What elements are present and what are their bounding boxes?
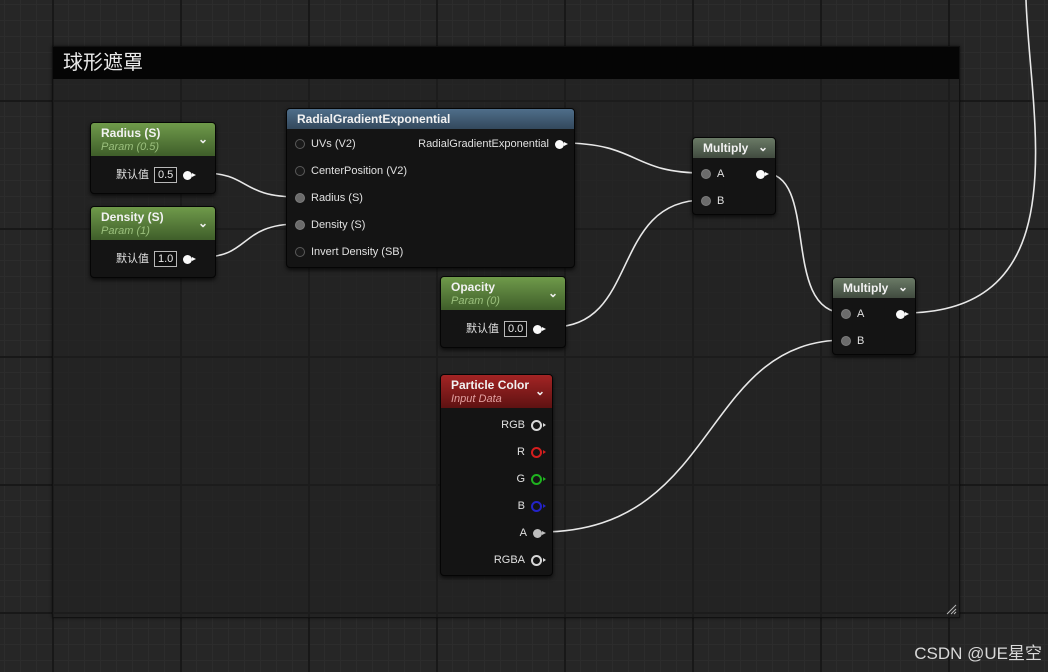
output-pin-icon[interactable] [555, 139, 568, 149]
multiply-node-2[interactable]: Multiply ⌄ A B [832, 277, 916, 355]
output-pin-icon[interactable] [533, 528, 546, 538]
chevron-down-icon[interactable]: ⌄ [197, 133, 209, 145]
pin-label: RadialGradientExponential [418, 138, 549, 150]
pin-label: Radius (S) [311, 192, 363, 204]
input-pin-icon[interactable] [841, 336, 851, 347]
input-pin-icon[interactable] [295, 166, 305, 177]
default-value-label: 默认值 [116, 169, 149, 182]
output-pin-rgba[interactable]: RGBA [493, 552, 546, 568]
multiply-2-header[interactable]: Multiply ⌄ [833, 278, 915, 298]
output-pin-icon[interactable] [531, 473, 546, 485]
output-pin-icon[interactable] [531, 500, 546, 512]
particle-color-subtitle: Input Data [451, 393, 502, 405]
input-pin-icon[interactable] [295, 139, 305, 150]
density-node-header[interactable]: Density (S) Param (1) ⌄ [91, 207, 215, 240]
input-pin-center-position[interactable]: CenterPosition (V2) [295, 163, 407, 179]
output-pin-result[interactable] [750, 166, 769, 182]
output-pin-icon[interactable] [531, 554, 546, 566]
multiply-1-header[interactable]: Multiply ⌄ [693, 138, 775, 158]
multiply-2-title: Multiply [843, 281, 889, 295]
density-node-subtitle: Param (1) [101, 225, 150, 237]
output-pin-icon[interactable] [531, 446, 546, 458]
multiply-node-1[interactable]: Multiply ⌄ A B [692, 137, 776, 215]
opacity-node-title: Opacity [451, 280, 496, 294]
radius-param-node[interactable]: Radius (S) Param (0.5) ⌄ 默认值 0.5 [90, 122, 216, 194]
radius-value-input[interactable]: 0.5 [154, 167, 178, 184]
output-pin-g[interactable]: G [516, 471, 546, 487]
comment-title[interactable]: 球形遮罩 [53, 47, 959, 79]
pin-label: A [717, 168, 725, 180]
output-pin-icon[interactable] [756, 169, 769, 179]
output-pin-icon[interactable] [183, 254, 197, 264]
radial-node-title: RadialGradientExponential [297, 112, 451, 126]
radius-node-subtitle: Param (0.5) [101, 141, 160, 153]
default-value-label: 默认值 [466, 323, 499, 336]
input-pin-icon[interactable] [701, 169, 711, 180]
output-pin-result[interactable] [890, 306, 909, 322]
opacity-param-node[interactable]: Opacity Param (0) ⌄ 默认值 0.0 [440, 276, 566, 348]
pin-label: Invert Density (SB) [311, 246, 404, 258]
input-pin-invert-density[interactable]: Invert Density (SB) [295, 244, 403, 260]
output-pin-icon[interactable] [183, 170, 197, 180]
opacity-default-row: 默认值 0.0 [466, 321, 547, 338]
pin-label: B [717, 195, 725, 207]
pin-label: Density (S) [311, 219, 366, 231]
radius-default-row: 默认值 0.5 [116, 167, 197, 184]
pin-label: RGB [501, 419, 525, 431]
opacity-node-subtitle: Param (0) [451, 295, 500, 307]
output-pin-radial[interactable]: RadialGradientExponential [418, 136, 568, 152]
chevron-down-icon[interactable]: ⌄ [897, 281, 909, 293]
input-pin-b[interactable]: B [841, 333, 864, 349]
input-pin-icon[interactable] [295, 193, 305, 204]
radial-gradient-node[interactable]: RadialGradientExponential UVs (V2) Radia… [286, 108, 575, 268]
particle-color-title: Particle Color [451, 378, 530, 392]
input-pin-radius[interactable]: Radius (S) [295, 190, 363, 206]
input-pin-uvs[interactable]: UVs (V2) [295, 136, 356, 152]
input-pin-density[interactable]: Density (S) [295, 217, 365, 233]
input-pin-a[interactable]: A [701, 166, 724, 182]
input-pin-a[interactable]: A [841, 306, 864, 322]
watermark: CSDN @UE星空 [914, 644, 1042, 663]
input-pin-icon[interactable] [841, 309, 851, 320]
density-default-row: 默认值 1.0 [116, 251, 197, 268]
input-pin-icon[interactable] [295, 247, 305, 258]
multiply-1-title: Multiply [703, 141, 749, 155]
input-pin-icon[interactable] [295, 220, 305, 231]
opacity-value-input[interactable]: 0.0 [504, 321, 528, 338]
opacity-node-header[interactable]: Opacity Param (0) ⌄ [441, 277, 565, 310]
pin-label: A [519, 527, 527, 539]
input-pin-icon[interactable] [701, 196, 711, 207]
output-pin-b[interactable]: B [517, 498, 546, 514]
radial-node-header[interactable]: RadialGradientExponential [287, 109, 574, 129]
chevron-down-icon[interactable]: ⌄ [534, 385, 546, 397]
pin-label: CenterPosition (V2) [311, 165, 407, 177]
chevron-down-icon[interactable]: ⌄ [197, 217, 209, 229]
pin-label: UVs (V2) [311, 138, 356, 150]
particle-color-header[interactable]: Particle Color Input Data ⌄ [441, 375, 552, 408]
pin-label: R [517, 446, 525, 458]
pin-label: B [517, 500, 525, 512]
pin-label: RGBA [493, 554, 525, 566]
pin-label: B [857, 335, 865, 347]
default-value-label: 默认值 [116, 253, 149, 266]
radius-node-header[interactable]: Radius (S) Param (0.5) ⌄ [91, 123, 215, 156]
radius-node-title: Radius (S) [101, 126, 161, 140]
output-pin-icon[interactable] [533, 324, 547, 334]
output-pin-r[interactable]: R [517, 444, 546, 460]
chevron-down-icon[interactable]: ⌄ [547, 287, 559, 299]
input-pin-b[interactable]: B [701, 193, 724, 209]
output-pin-rgb[interactable]: RGB [501, 417, 546, 433]
output-pin-icon[interactable] [531, 419, 546, 431]
chevron-down-icon[interactable]: ⌄ [757, 141, 769, 153]
resize-handle-icon[interactable] [945, 603, 957, 615]
density-node-title: Density (S) [101, 210, 164, 224]
particle-color-node[interactable]: Particle Color Input Data ⌄ RGB R G B A … [440, 374, 553, 576]
output-pin-icon[interactable] [896, 309, 909, 319]
pin-label: A [857, 308, 865, 320]
output-pin-a[interactable]: A [519, 525, 546, 541]
density-param-node[interactable]: Density (S) Param (1) ⌄ 默认值 1.0 [90, 206, 216, 278]
density-value-input[interactable]: 1.0 [154, 251, 178, 268]
pin-label: G [516, 473, 525, 485]
